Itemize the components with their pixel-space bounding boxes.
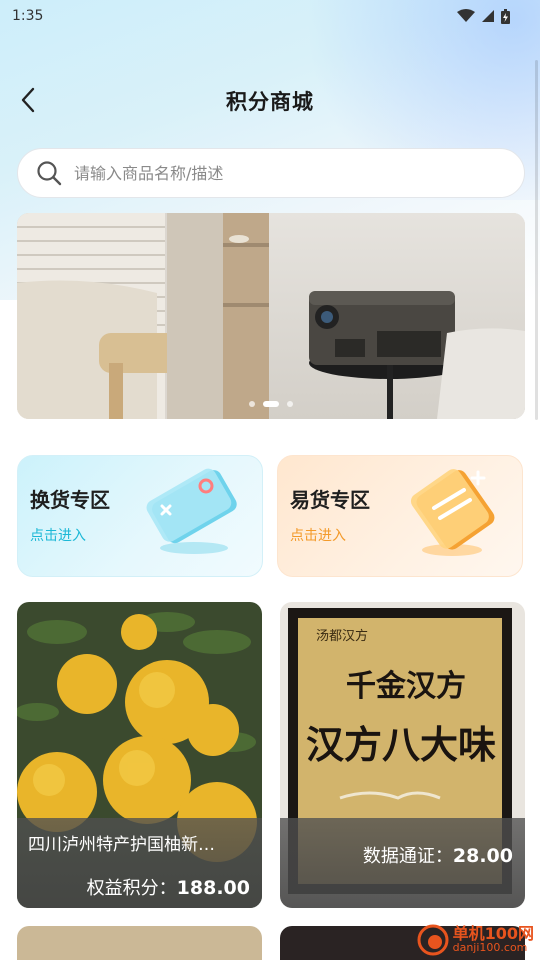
back-button[interactable]: [10, 82, 46, 118]
app-header: 积分商城: [0, 78, 540, 124]
search-input[interactable]: [74, 163, 474, 183]
watermark-text: 单机100网: [452, 924, 534, 943]
box-subtitle-text: 汉方八大味: [306, 722, 496, 767]
price-label: 数据通证：: [362, 846, 453, 867]
box-title-text: 千金汉方: [346, 669, 466, 704]
price-value: 28.00: [452, 845, 513, 867]
price-value: 188.00: [176, 877, 250, 899]
product-name: 四川泸州特产护国柚新…: [28, 835, 215, 855]
scrollbar[interactable]: [535, 60, 538, 420]
zone-title: 换货专区: [30, 488, 110, 512]
search-bar[interactable]: [17, 148, 525, 198]
search-icon: [37, 161, 62, 186]
carousel-dot[interactable]: [287, 401, 293, 407]
product-card[interactable]: 四川泸州特产护国柚新… 权益积分：188.00: [17, 602, 262, 908]
product-info-panel: 四川泸州特产护国柚新… 权益积分：188.00: [17, 818, 262, 908]
status-bar: 1:35: [0, 0, 540, 32]
banner-image: [17, 213, 525, 419]
product-card-peek[interactable]: [17, 926, 262, 960]
product-card[interactable]: 汤都汉方 千金汉方 汉方八大味 数据通证：28.00: [280, 602, 525, 908]
coupon-icon: [410, 469, 495, 556]
exchange-zone-card[interactable]: 换货专区 点击进入: [17, 455, 263, 577]
site-watermark: 单机100网 danji100.com: [417, 924, 534, 956]
status-time: 1:35: [12, 8, 44, 24]
carousel-dot-active[interactable]: [263, 401, 279, 407]
watermark-logo-icon: [417, 924, 449, 956]
box-brand-text: 汤都汉方: [316, 628, 368, 644]
barter-zone-card[interactable]: 易货专区 点击进入: [277, 455, 523, 577]
ticket-icon: [146, 468, 237, 554]
carousel-dots: [17, 401, 525, 407]
zone-enter-link[interactable]: 点击进入: [30, 525, 86, 545]
price-label: 权益积分：: [86, 878, 177, 899]
signal-icon: [482, 10, 494, 22]
chevron-left-icon: [21, 87, 35, 113]
carousel-dot[interactable]: [249, 401, 255, 407]
product-price: 权益积分：188.00: [87, 874, 250, 900]
product-price: 数据通证：28.00: [363, 842, 513, 868]
banner-carousel[interactable]: [17, 213, 525, 419]
status-icons: [457, 8, 510, 24]
zone-title: 易货专区: [290, 488, 370, 512]
product-info-panel: 数据通证：28.00: [280, 818, 525, 908]
wifi-icon: [457, 9, 475, 22]
watermark-url: danji100.com: [452, 941, 528, 954]
zone-enter-link[interactable]: 点击进入: [290, 525, 346, 545]
battery-icon: [501, 8, 510, 24]
page-title: 积分商城: [226, 90, 314, 114]
